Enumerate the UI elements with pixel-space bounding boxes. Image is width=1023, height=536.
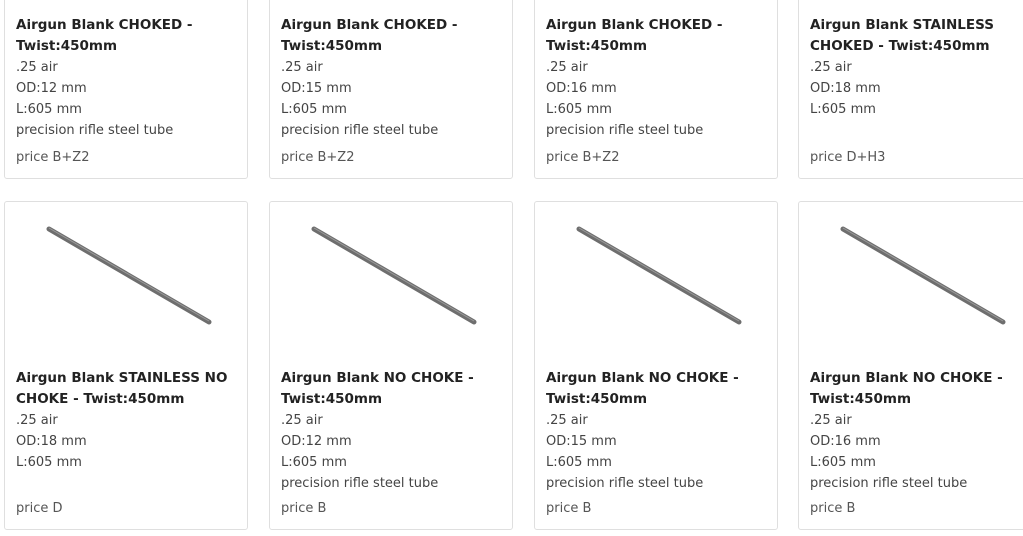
- product-title[interactable]: Airgun Blank STAINLESS NO CHOKE - Twist:…: [16, 368, 239, 410]
- product-price: price B+Z2: [16, 150, 90, 165]
- product-material: precision rifle steel tube: [810, 476, 968, 491]
- product-outer-diameter: OD:15 mm: [281, 81, 352, 96]
- product-price: price D+H3: [810, 150, 886, 165]
- product-caliber: .25 air: [281, 413, 323, 428]
- product-title[interactable]: Airgun Blank CHOKED - Twist:450mm: [16, 15, 239, 57]
- product-image[interactable]: [5, 202, 247, 352]
- product-price: price B+Z2: [281, 150, 355, 165]
- product-image[interactable]: [535, 202, 777, 352]
- product-title[interactable]: Airgun Blank NO CHOKE - Twist:450mm: [810, 368, 1021, 410]
- product-material: precision rifle steel tube: [281, 476, 439, 491]
- product-caliber: .25 air: [16, 60, 58, 75]
- product-outer-diameter: OD:18 mm: [16, 434, 87, 449]
- product-title[interactable]: Airgun Blank CHOKED - Twist:450mm: [546, 15, 769, 57]
- product-image[interactable]: [799, 202, 1023, 352]
- product-caliber: .25 air: [810, 413, 852, 428]
- product-caliber: .25 air: [546, 60, 588, 75]
- product-length: L:605 mm: [16, 102, 82, 117]
- product-caliber: .25 air: [810, 60, 852, 75]
- product-caliber: .25 air: [281, 60, 323, 75]
- product-image[interactable]: [270, 202, 512, 352]
- product-card[interactable]: Airgun Blank STAINLESS NO CHOKE - Twist:…: [4, 201, 248, 530]
- product-outer-diameter: OD:12 mm: [16, 81, 87, 96]
- product-caliber: .25 air: [546, 413, 588, 428]
- product-outer-diameter: OD:12 mm: [281, 434, 352, 449]
- product-material: precision rifle steel tube: [546, 476, 704, 491]
- product-title[interactable]: Airgun Blank CHOKED - Twist:450mm: [281, 15, 504, 57]
- product-length: L:605 mm: [546, 102, 612, 117]
- product-title[interactable]: Airgun Blank STAINLESS CHOKED - Twist:45…: [810, 15, 1021, 57]
- product-length: L:605 mm: [281, 455, 347, 470]
- product-card[interactable]: Airgun Blank CHOKED - Twist:450mm .25 ai…: [4, 0, 248, 179]
- product-material: precision rifle steel tube: [546, 123, 704, 138]
- product-card[interactable]: Airgun Blank CHOKED - Twist:450mm .25 ai…: [534, 0, 778, 179]
- product-card[interactable]: Airgun Blank NO CHOKE - Twist:450mm .25 …: [534, 201, 778, 530]
- product-price: price D: [16, 501, 63, 516]
- product-card[interactable]: Airgun Blank STAINLESS CHOKED - Twist:45…: [798, 0, 1023, 179]
- product-price: price B: [546, 501, 592, 516]
- product-material: precision rifle steel tube: [281, 123, 439, 138]
- product-length: L:605 mm: [546, 455, 612, 470]
- product-material: precision rifle steel tube: [16, 123, 174, 138]
- product-price: price B: [281, 501, 327, 516]
- product-card[interactable]: Airgun Blank CHOKED - Twist:450mm .25 ai…: [269, 0, 513, 179]
- product-length: L:605 mm: [281, 102, 347, 117]
- product-price: price B: [810, 501, 856, 516]
- steel-tube-icon: [46, 226, 212, 325]
- product-length: L:605 mm: [16, 455, 82, 470]
- product-title[interactable]: Airgun Blank NO CHOKE - Twist:450mm: [281, 368, 504, 410]
- product-outer-diameter: OD:18 mm: [810, 81, 881, 96]
- product-length: L:605 mm: [810, 102, 876, 117]
- product-caliber: .25 air: [16, 413, 58, 428]
- steel-tube-icon: [840, 226, 1006, 325]
- steel-tube-icon: [576, 226, 742, 325]
- product-title[interactable]: Airgun Blank NO CHOKE - Twist:450mm: [546, 368, 769, 410]
- product-card[interactable]: Airgun Blank NO CHOKE - Twist:450mm .25 …: [798, 201, 1023, 530]
- product-price: price B+Z2: [546, 150, 620, 165]
- product-length: L:605 mm: [810, 455, 876, 470]
- steel-tube-icon: [311, 226, 477, 325]
- product-card[interactable]: Airgun Blank NO CHOKE - Twist:450mm .25 …: [269, 201, 513, 530]
- product-outer-diameter: OD:16 mm: [810, 434, 881, 449]
- product-outer-diameter: OD:15 mm: [546, 434, 617, 449]
- product-outer-diameter: OD:16 mm: [546, 81, 617, 96]
